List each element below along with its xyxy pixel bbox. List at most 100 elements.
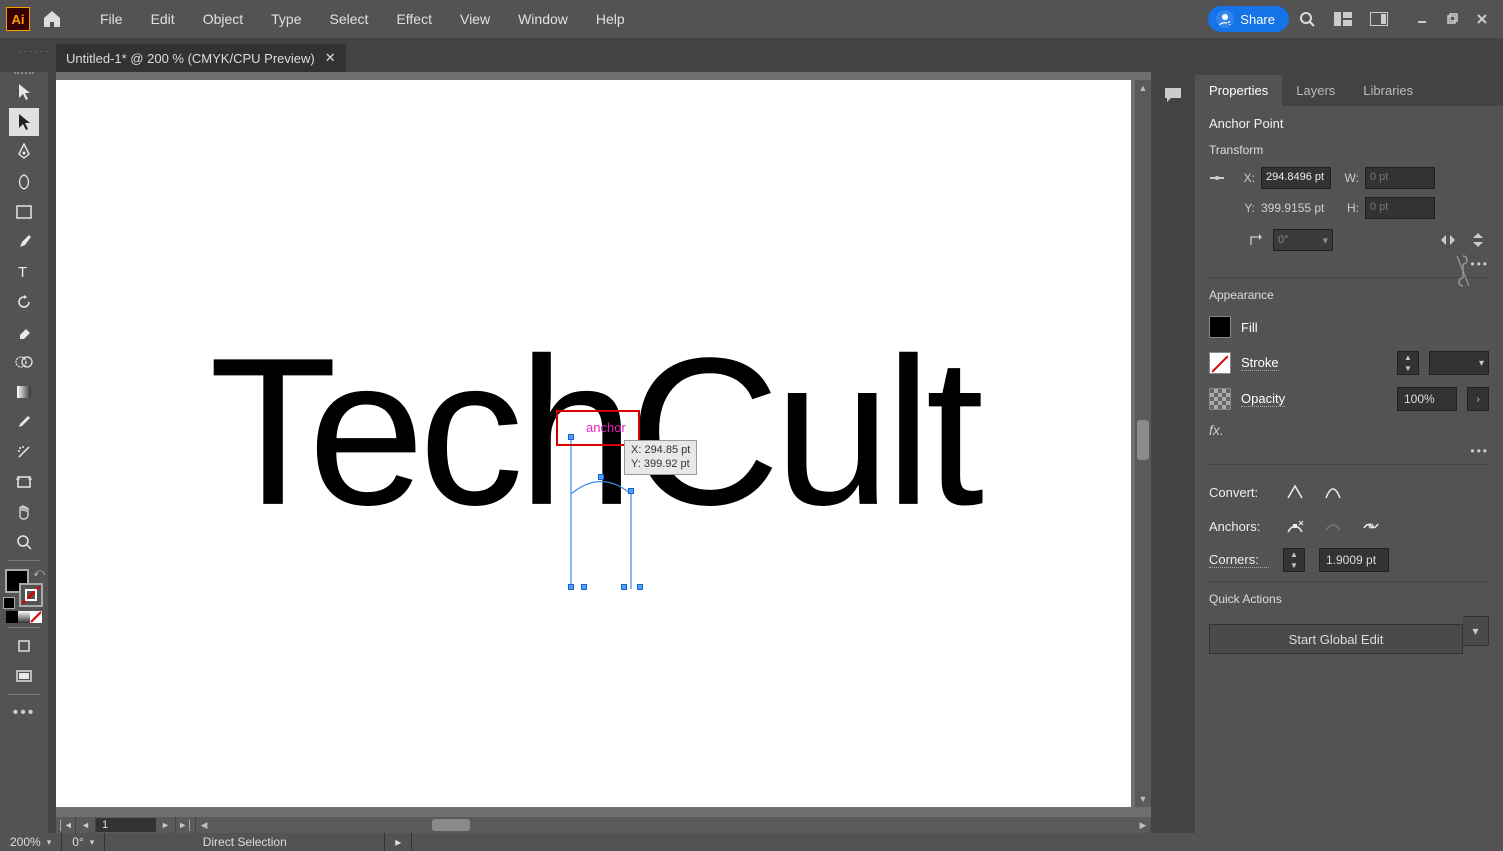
artboard-number[interactable]: 1 xyxy=(96,818,156,832)
reference-point-icon[interactable] xyxy=(1209,170,1227,186)
canvas[interactable]: TechCult anchor X: 294.85 pt xyxy=(56,72,1151,817)
last-artboard-icon[interactable]: ►│ xyxy=(176,817,196,833)
menu-select[interactable]: Select xyxy=(316,11,383,27)
rotate-tool[interactable] xyxy=(9,288,39,316)
direct-selection-tool[interactable] xyxy=(9,108,39,136)
menu-edit[interactable]: Edit xyxy=(137,11,189,27)
eyedropper-tool[interactable] xyxy=(9,408,39,436)
vertical-scrollbar[interactable]: ▲ ▼ xyxy=(1135,80,1151,807)
menu-type[interactable]: Type xyxy=(257,11,315,27)
stroke-swatch-button[interactable] xyxy=(1209,352,1231,374)
chevron-down-icon[interactable]: ▾ xyxy=(90,837,95,848)
tab-close-icon[interactable]: ✕ xyxy=(325,50,336,66)
status-menu-icon[interactable]: ▸ xyxy=(385,833,412,851)
zoom-tool[interactable] xyxy=(9,528,39,556)
fill-label: Fill xyxy=(1241,320,1258,335)
hscroll-left-icon[interactable]: ◀ xyxy=(196,817,212,833)
view-rotation[interactable]: 0°▾ xyxy=(62,833,105,851)
scroll-down-icon[interactable]: ▼ xyxy=(1135,791,1151,807)
chevron-down-icon[interactable]: ▾ xyxy=(1322,234,1328,247)
flip-vertical-icon[interactable] xyxy=(1467,229,1489,251)
selection-tool[interactable] xyxy=(9,78,39,106)
stroke-weight-dropdown[interactable]: ▾ xyxy=(1429,351,1489,375)
quick-actions-title: Quick Actions xyxy=(1209,592,1489,606)
pen-tool[interactable] xyxy=(9,138,39,166)
symbol-sprayer-tool[interactable] xyxy=(9,438,39,466)
fill-swatch-button[interactable] xyxy=(1209,316,1231,338)
menu-file[interactable]: File xyxy=(86,11,137,27)
rotate-icon xyxy=(1249,233,1265,247)
eraser-tool[interactable] xyxy=(9,318,39,346)
stroke-weight-stepper[interactable]: ▲▼ xyxy=(1397,351,1419,375)
opacity-label[interactable]: Opacity xyxy=(1241,391,1285,407)
edit-toolbar[interactable]: ••• xyxy=(9,699,39,727)
tooltip-y: Y: 399.92 pt xyxy=(631,457,690,471)
default-fill-stroke-icon[interactable] xyxy=(3,597,15,609)
menu-object[interactable]: Object xyxy=(189,11,257,27)
curvature-tool[interactable] xyxy=(9,168,39,196)
home-icon[interactable] xyxy=(38,5,66,33)
corners-stepper[interactable]: ▲▼ xyxy=(1283,548,1305,572)
vscroll-thumb[interactable] xyxy=(1137,420,1149,460)
tab-libraries[interactable]: Libraries xyxy=(1349,75,1427,106)
draw-mode-normal[interactable] xyxy=(9,632,39,660)
start-global-edit-button[interactable]: Start Global Edit xyxy=(1209,624,1463,654)
window-minimize[interactable] xyxy=(1407,7,1437,31)
tab-layers[interactable]: Layers xyxy=(1282,75,1349,106)
fill-stroke-swatch[interactable]: ⤺ xyxy=(5,569,43,607)
tabstrip-grip[interactable]: ······ xyxy=(18,46,50,57)
corners-input[interactable]: 1.9009 pt xyxy=(1319,548,1389,572)
tab-properties[interactable]: Properties xyxy=(1195,75,1282,106)
convert-smooth-icon[interactable] xyxy=(1321,480,1345,504)
stroke-label[interactable]: Stroke xyxy=(1241,355,1279,371)
paintbrush-tool[interactable] xyxy=(9,228,39,256)
window-restore[interactable] xyxy=(1437,7,1467,31)
horizontal-scrollbar[interactable] xyxy=(212,817,1135,833)
transform-more-options[interactable]: ••• xyxy=(1209,257,1489,271)
window-close[interactable] xyxy=(1467,7,1497,31)
share-button[interactable]: Share xyxy=(1208,6,1289,32)
arrange-docs-icon[interactable] xyxy=(1325,1,1361,37)
comments-panel-icon[interactable] xyxy=(1155,78,1191,112)
artboard[interactable]: TechCult anchor X: 294.85 pt xyxy=(56,80,1131,807)
constrain-proportions-icon[interactable] xyxy=(1455,254,1471,288)
cut-path-icon[interactable] xyxy=(1359,514,1383,538)
document-tab[interactable]: Untitled-1* @ 200 % (CMYK/CPU Preview) ✕ xyxy=(56,44,346,72)
opacity-input[interactable]: 100% xyxy=(1397,387,1457,411)
first-artboard-icon[interactable]: │◄ xyxy=(56,817,76,833)
next-artboard-icon[interactable]: ► xyxy=(156,817,176,833)
corners-label[interactable]: Corners: xyxy=(1209,552,1269,568)
zoom-level[interactable]: 200%▾ xyxy=(0,833,62,851)
stroke-swatch[interactable] xyxy=(19,583,43,607)
fx-button[interactable]: fx. xyxy=(1209,422,1489,438)
appearance-more-options[interactable]: ••• xyxy=(1209,444,1489,458)
opacity-dropdown-icon[interactable]: › xyxy=(1467,387,1489,411)
menu-view[interactable]: View xyxy=(446,11,504,27)
chevron-down-icon[interactable]: ▾ xyxy=(47,837,52,848)
hscroll-thumb[interactable] xyxy=(432,819,470,831)
rotate-input[interactable]: 0°▾ xyxy=(1273,229,1333,251)
y-input[interactable]: 399.9155 pt xyxy=(1261,201,1331,215)
hscroll-right-icon[interactable]: ▶ xyxy=(1135,817,1151,833)
gradient-tool[interactable] xyxy=(9,378,39,406)
scroll-up-icon[interactable]: ▲ xyxy=(1135,80,1151,96)
artboard-tool[interactable] xyxy=(9,468,39,496)
flip-horizontal-icon[interactable] xyxy=(1437,229,1459,251)
menu-effect[interactable]: Effect xyxy=(382,11,446,27)
menu-help[interactable]: Help xyxy=(582,11,639,27)
color-mode-row[interactable] xyxy=(6,611,42,623)
type-tool[interactable]: T xyxy=(9,258,39,286)
shape-builder-tool[interactable] xyxy=(9,348,39,376)
swap-fill-stroke-icon[interactable]: ⤺ xyxy=(33,567,45,580)
hand-tool[interactable] xyxy=(9,498,39,526)
global-edit-options-icon[interactable]: ▾ xyxy=(1463,616,1489,646)
menu-window[interactable]: Window xyxy=(504,11,582,27)
remove-anchor-icon[interactable] xyxy=(1283,514,1307,538)
search-icon[interactable] xyxy=(1289,1,1325,37)
screen-mode[interactable] xyxy=(9,662,39,690)
rectangle-tool[interactable] xyxy=(9,198,39,226)
prev-artboard-icon[interactable]: ◄ xyxy=(76,817,96,833)
workspace-switcher-icon[interactable] xyxy=(1361,1,1397,37)
convert-corner-icon[interactable] xyxy=(1283,480,1307,504)
x-input[interactable]: 294.8496 pt xyxy=(1261,167,1331,189)
